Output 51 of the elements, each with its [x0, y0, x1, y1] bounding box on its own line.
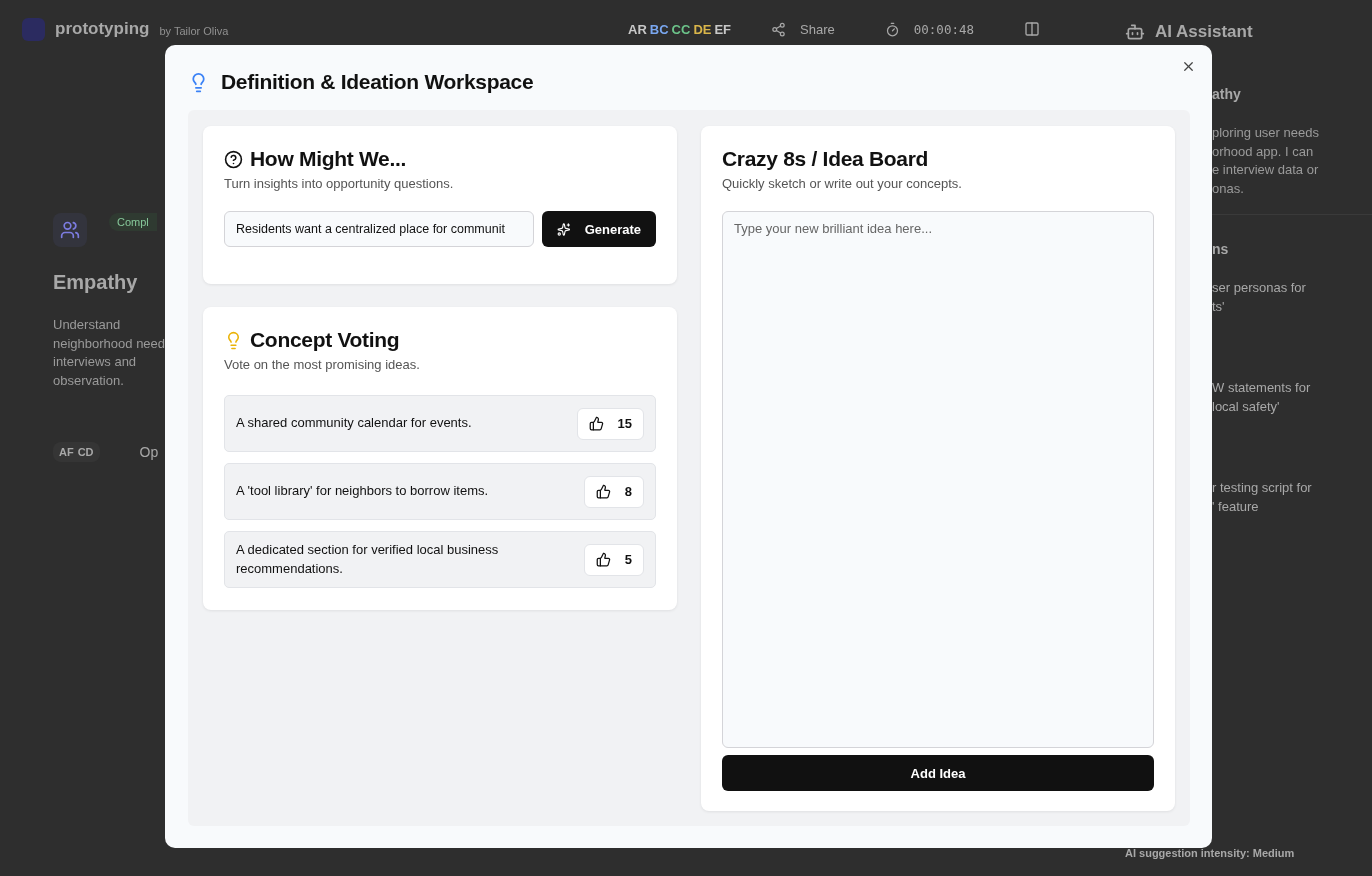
- thumbs-up-icon: [588, 416, 604, 431]
- users-icon: [53, 213, 87, 247]
- stage-description: Understand neighborhood need interviews and observation.: [53, 316, 165, 390]
- modal-title: Definition & Ideation Workspace: [221, 70, 534, 94]
- stage-title: Empathy: [53, 271, 139, 294]
- panel-toggle-icon[interactable]: [1024, 21, 1040, 37]
- sparkles-icon: [557, 221, 571, 237]
- share-icon: [771, 21, 787, 37]
- timer-icon: [884, 21, 900, 37]
- insight-input[interactable]: Residents want a centralized place for communit: [224, 211, 534, 247]
- stage-action[interactable]: Op: [139, 444, 159, 460]
- share-button[interactable]: Share: [800, 21, 835, 37]
- assistant-message: ploring user needs orhood app. I can e interview data or onas.: [1212, 124, 1320, 198]
- card-title: Concept Voting: [250, 328, 400, 352]
- close-icon: [1181, 59, 1196, 74]
- byline: by Tailor Oliva: [159, 25, 229, 37]
- card-subtitle: Quickly sketch or write out your concepts.: [722, 176, 963, 191]
- assistant-stage-title: athy: [1212, 86, 1242, 102]
- collaborator-initials: BC: [649, 21, 669, 37]
- vote-button[interactable]: 5: [583, 543, 644, 576]
- card-title: Crazy 8s / Idea Board: [722, 147, 930, 171]
- idea-text: A dedicated section for verified local business recommendations.: [236, 541, 500, 578]
- member-avatars: AF CD: [53, 442, 100, 462]
- idea-text: A 'tool library' for neighbors to borrow items.: [236, 482, 489, 501]
- app-name: prototyping: [55, 19, 150, 39]
- thumbs-up-icon: [595, 552, 611, 567]
- suggestion-item[interactable]: r testing script for ' feature: [1212, 479, 1372, 557]
- collaborator-initials: DE: [693, 21, 712, 37]
- add-idea-button[interactable]: Add Idea: [722, 755, 1154, 791]
- bot-icon: [1125, 22, 1145, 42]
- card-subtitle: Turn insights into opportunity questions.: [224, 176, 455, 191]
- thumbs-up-icon: [595, 484, 611, 499]
- vote-button[interactable]: 15: [576, 407, 644, 440]
- collaborator-initials: EF: [714, 21, 732, 37]
- collaborator-initials: CC: [671, 21, 691, 37]
- help-icon: [224, 149, 243, 169]
- suggestions-title: ns: [1212, 241, 1230, 257]
- intensity-label: AI suggestion intensity: Medium: [1125, 847, 1295, 859]
- status-badge: Compl: [109, 213, 157, 231]
- suggestion-item[interactable]: ser personas for ts': [1212, 279, 1372, 357]
- vote-button[interactable]: 8: [583, 475, 644, 508]
- timer: 00:00:48: [913, 21, 974, 37]
- assistant-title: AI Assistant: [1155, 22, 1253, 42]
- idea-textarea[interactable]: Type your new brilliant idea here...: [722, 211, 1154, 748]
- idea-text: A shared community calendar for events.: [236, 414, 472, 433]
- card-subtitle: Vote on the most promising ideas.: [224, 357, 421, 372]
- app-logo: [22, 17, 45, 41]
- suggestion-item[interactable]: W statements for local safety': [1212, 379, 1372, 457]
- collaborator-initials: AR: [628, 21, 647, 37]
- card-title: How Might We...: [250, 147, 407, 171]
- generate-button[interactable]: Generate: [542, 211, 656, 247]
